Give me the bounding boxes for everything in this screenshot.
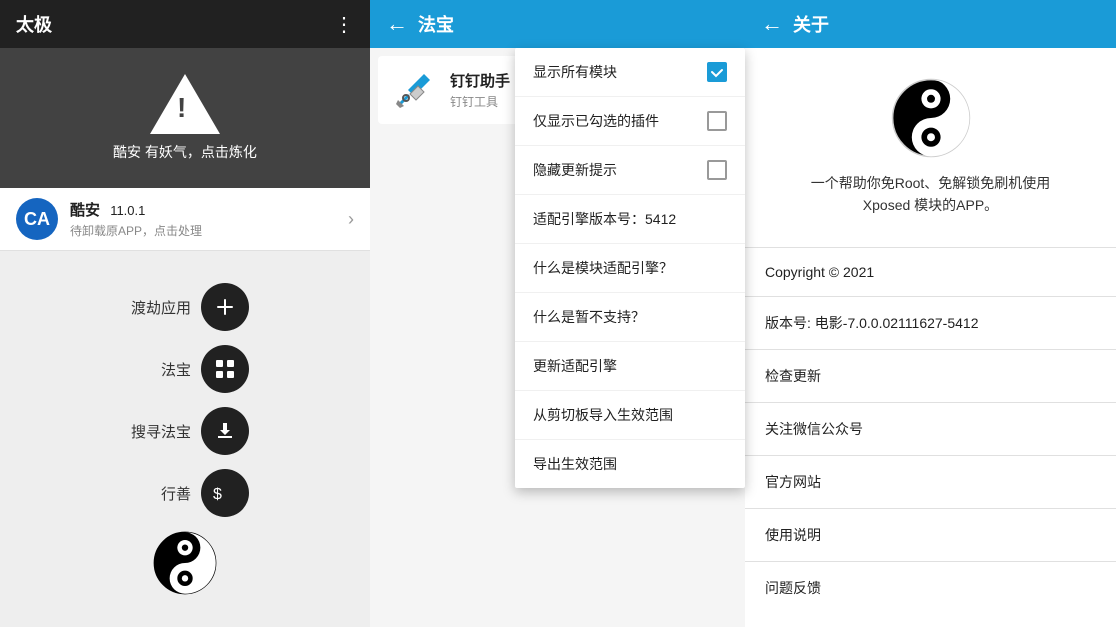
left-header-title: 太极 bbox=[16, 11, 322, 37]
checkbox-hide-updates[interactable] bbox=[707, 160, 727, 180]
dropdown-label-import-scope: 从剪切板导入生效范围 bbox=[533, 405, 673, 425]
dropdown-label-hide-updates: 隐藏更新提示 bbox=[533, 160, 617, 180]
btn-row-xingshan: 行善 $ bbox=[121, 469, 249, 517]
about-version: 版本号: 电影-7.0.0.02111627-5412 bbox=[745, 296, 1116, 349]
dropdown-item-what-unsupported[interactable]: 什么是暂不支持？ bbox=[515, 293, 745, 342]
dropdown-label-version: 适配引擎版本号：5412 bbox=[533, 211, 676, 227]
right-header-title: 关于 bbox=[793, 11, 829, 37]
about-check-update[interactable]: 检查更新 bbox=[745, 349, 1116, 402]
dropdown-label-update-engine: 更新适配引擎 bbox=[533, 356, 617, 376]
grid-icon bbox=[213, 357, 237, 381]
about-logo-yinyang bbox=[891, 78, 971, 158]
buttons-area: 渡劫应用 法宝 搜寻法宝 行善 bbox=[0, 251, 370, 627]
btn-row-dujie: 渡劫应用 bbox=[121, 283, 249, 331]
about-description: 一个帮助你免Root、免解锁免刷机使用Xposed 模块的APP。 bbox=[811, 172, 1051, 217]
download-icon bbox=[213, 419, 237, 443]
plus-icon bbox=[213, 295, 237, 319]
middle-header-title: 法宝 bbox=[418, 11, 454, 37]
dropdown-item-what-engine[interactable]: 什么是模块适配引擎？ bbox=[515, 244, 745, 293]
about-copyright: Copyright © 2021 bbox=[745, 247, 1116, 296]
btn-label-dujie: 渡劫应用 bbox=[121, 297, 191, 318]
about-wechat[interactable]: 关注微信公众号 bbox=[745, 402, 1116, 455]
plugin-icon-tools bbox=[390, 66, 438, 114]
dropdown-item-import-scope[interactable]: 从剪切板导入生效范围 bbox=[515, 391, 745, 440]
about-manual[interactable]: 使用说明 bbox=[745, 508, 1116, 561]
checkbox-show-selected[interactable] bbox=[707, 111, 727, 131]
btn-xingshan[interactable]: $ bbox=[201, 469, 249, 517]
about-content: 一个帮助你免Root、免解锁免刷机使用Xposed 模块的APP。 Copyri… bbox=[745, 48, 1116, 627]
banner-text: 酷安 有妖气，点击炼化 bbox=[113, 142, 257, 162]
btn-row-search: 搜寻法宝 bbox=[121, 407, 249, 455]
btn-label-xingshan: 行善 bbox=[121, 483, 191, 504]
about-feedback[interactable]: 问题反馈 bbox=[745, 561, 1116, 614]
dropdown-item-hide-updates[interactable]: 隐藏更新提示 bbox=[515, 146, 745, 195]
btn-label-fabao: 法宝 bbox=[121, 359, 191, 380]
check-icon bbox=[710, 65, 724, 79]
middle-back-button[interactable]: ← bbox=[386, 11, 408, 37]
left-header: 太极 ⋮ bbox=[0, 0, 370, 48]
btn-row-fabao: 法宝 bbox=[121, 345, 249, 393]
app-info: 酷安 11.0.1 待卸载原APP，点击处理 bbox=[70, 199, 348, 239]
plugin-name: 钉钉助手 bbox=[450, 70, 510, 91]
taiji-logo bbox=[153, 531, 217, 595]
warning-icon bbox=[150, 74, 220, 134]
about-website[interactable]: 官方网站 bbox=[745, 455, 1116, 508]
app-name: 酷安 11.0.1 bbox=[70, 199, 348, 220]
middle-panel: ← 法宝 钉钉助手 钉钉工具 显示所有模块 仅显示已勾选的插件 bbox=[370, 0, 745, 627]
left-panel: 太极 ⋮ 酷安 有妖气，点击炼化 CA 酷安 11.0.1 待卸载原APP，点击… bbox=[0, 0, 370, 627]
svg-text:$: $ bbox=[213, 486, 222, 503]
dropdown-label-what-unsupported: 什么是暂不支持？ bbox=[533, 307, 645, 327]
plugin-sub: 钉钉工具 bbox=[450, 93, 510, 110]
plugin-info: 钉钉助手 钉钉工具 bbox=[450, 70, 510, 110]
dollar-icon: $ bbox=[213, 481, 237, 505]
dropdown-label-what-engine: 什么是模块适配引擎？ bbox=[533, 258, 673, 278]
right-panel: ← 关于 一个帮助你免Root、免解锁免刷机使用Xposed 模块的APP。 C… bbox=[745, 0, 1116, 627]
app-icon-kuaan: CA bbox=[16, 198, 58, 240]
middle-header: ← 法宝 bbox=[370, 0, 745, 48]
more-options-icon[interactable]: ⋮ bbox=[334, 12, 354, 37]
dropdown-item-version: 适配引擎版本号：5412 bbox=[515, 195, 745, 244]
about-logo-area: 一个帮助你免Root、免解锁免刷机使用Xposed 模块的APP。 bbox=[745, 48, 1116, 247]
dropdown-item-export-scope[interactable]: 导出生效范围 bbox=[515, 440, 745, 488]
banner-area[interactable]: 酷安 有妖气，点击炼化 bbox=[0, 48, 370, 188]
right-back-button[interactable]: ← bbox=[761, 11, 783, 37]
btn-fabao[interactable] bbox=[201, 345, 249, 393]
dropdown-item-show-all[interactable]: 显示所有模块 bbox=[515, 48, 745, 97]
app-item[interactable]: CA 酷安 11.0.1 待卸载原APP，点击处理 › bbox=[0, 188, 370, 251]
dropdown-item-update-engine[interactable]: 更新适配引擎 bbox=[515, 342, 745, 391]
right-header: ← 关于 bbox=[745, 0, 1116, 48]
dropdown-menu: 显示所有模块 仅显示已勾选的插件 隐藏更新提示 适配引擎版本号：5412 什么是… bbox=[515, 48, 745, 488]
dropdown-label-show-selected: 仅显示已勾选的插件 bbox=[533, 111, 659, 131]
dropdown-label-export-scope: 导出生效范围 bbox=[533, 454, 617, 474]
dropdown-item-show-selected[interactable]: 仅显示已勾选的插件 bbox=[515, 97, 745, 146]
app-sub: 待卸载原APP，点击处理 bbox=[70, 222, 348, 239]
btn-search-fabao[interactable] bbox=[201, 407, 249, 455]
chevron-right-icon: › bbox=[348, 209, 354, 230]
checkbox-show-all[interactable] bbox=[707, 62, 727, 82]
btn-label-search: 搜寻法宝 bbox=[121, 421, 191, 442]
dropdown-label-show-all: 显示所有模块 bbox=[533, 62, 617, 82]
btn-dujie[interactable] bbox=[201, 283, 249, 331]
